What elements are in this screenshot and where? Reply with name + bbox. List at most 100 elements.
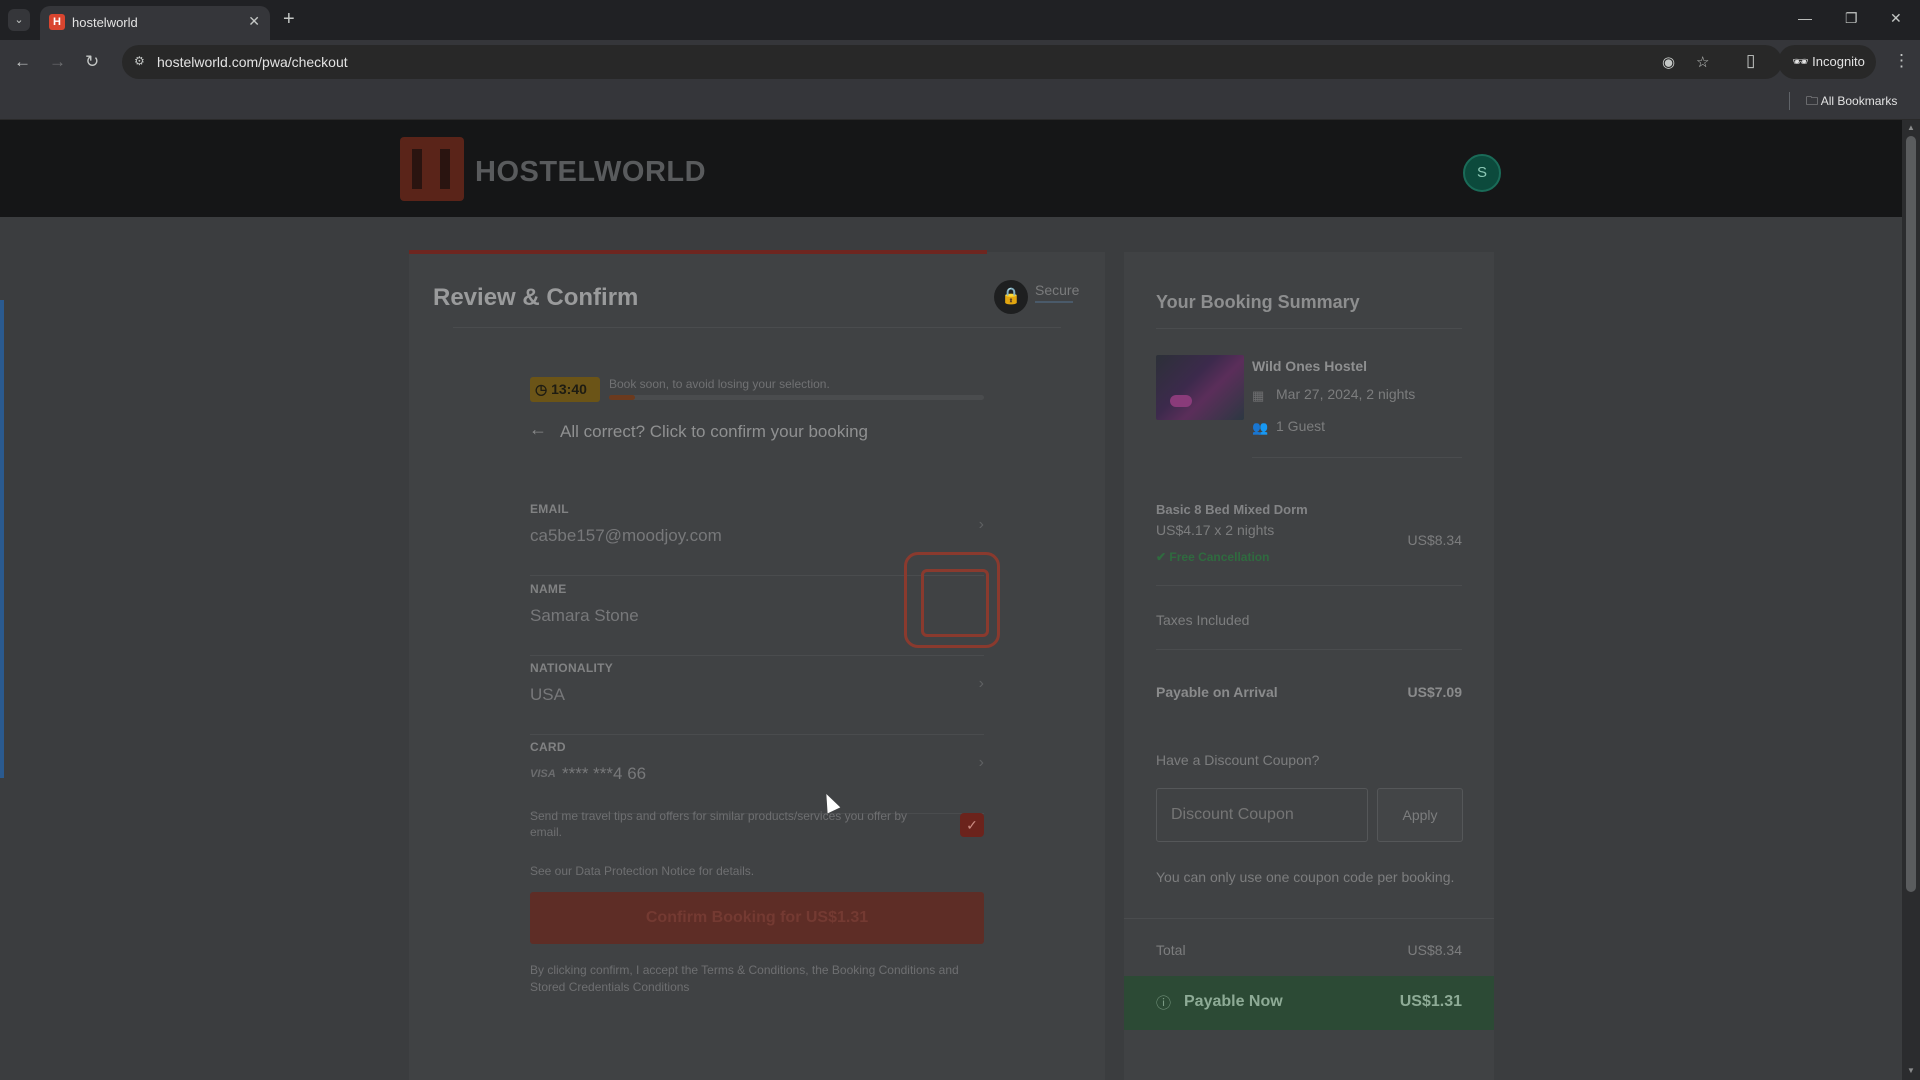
- reload-icon[interactable]: ↻: [85, 52, 99, 72]
- confirm-prompt: All correct? Click to confirm your booki…: [560, 422, 869, 441]
- email-label: EMAIL: [530, 502, 569, 516]
- all-bookmarks-label: All Bookmarks: [1820, 94, 1898, 108]
- user-avatar[interactable]: S: [1463, 154, 1501, 192]
- data-protection-link[interactable]: See our Data Protection Notice for detai…: [530, 864, 754, 878]
- browser-toolbar: ← → ↻ ⚙ hostelworld.com/pwa/checkout ◉ ☆…: [0, 40, 1920, 84]
- secure-label: Secure: [1035, 282, 1080, 298]
- tab-title: hostelworld: [72, 15, 138, 30]
- timer-message: Book soon, to avoid losing your selectio…: [609, 377, 830, 391]
- summary-title: Your Booking Summary: [1156, 292, 1360, 312]
- marketing-optin-text: Send me travel tips and offers for simil…: [530, 809, 908, 839]
- payable-on-arrival-label: Payable on Arrival: [1156, 684, 1278, 700]
- free-cancellation: ✔ Free Cancellation: [1156, 550, 1269, 564]
- incognito-icon: 🕶: [1792, 54, 1809, 69]
- name-value: Samara Stone: [530, 606, 639, 625]
- payable-now-bar: ⓘ Payable Now US$1.31: [1124, 976, 1494, 1030]
- side-panel-icon[interactable]: ▯: [1746, 51, 1755, 71]
- bookmark-star-icon[interactable]: ☆: [1696, 53, 1709, 71]
- close-tab-icon[interactable]: ✕: [248, 13, 260, 30]
- review-panel: Review & Confirm 🔒 Secure ◷ 13:40 Book s…: [409, 250, 1105, 1080]
- bookmarks-divider: [1789, 92, 1790, 110]
- divider: [1156, 649, 1462, 650]
- coupon-question: Have a Discount Coupon?: [1156, 752, 1320, 768]
- email-value: ca5be157@moodjoy.com: [530, 526, 722, 545]
- address-bar[interactable]: ⚙ hostelworld.com/pwa/checkout ◉ ☆: [122, 45, 1782, 79]
- divider: [453, 327, 1061, 328]
- card-field[interactable]: CARD VISA **** ***4 66 ›: [530, 740, 984, 814]
- back-arrow-icon[interactable]: ←: [529, 419, 547, 440]
- confirm-booking-button[interactable]: Confirm Booking for US$1.31: [530, 892, 984, 944]
- hostelworld-logo-icon[interactable]: [400, 137, 464, 201]
- name-label: NAME: [530, 582, 567, 596]
- nationality-label: NATIONALITY: [530, 661, 614, 675]
- discount-coupon-input[interactable]: [1156, 788, 1368, 842]
- site-info-icon[interactable]: ⚙: [134, 54, 145, 68]
- scroll-down-icon[interactable]: ▼: [1907, 1066, 1915, 1075]
- incognito-label: Incognito: [1812, 54, 1865, 69]
- timer-progress-fill: [609, 395, 636, 400]
- close-window-icon[interactable]: ✕: [1890, 10, 1902, 27]
- nationality-field[interactable]: NATIONALITY USA ›: [530, 661, 984, 735]
- site-header: HOSTELWORLD S: [0, 120, 1902, 217]
- terms-text: By clicking confirm, I accept the Terms …: [530, 963, 959, 994]
- nationality-value: USA: [530, 685, 565, 704]
- divider: [1156, 328, 1462, 329]
- countdown-timer: ◷ 13:40: [530, 377, 600, 402]
- payable-on-arrival-value: US$7.09: [1407, 684, 1462, 700]
- marketing-optin-checkbox[interactable]: ✓: [960, 813, 984, 837]
- checkout-progress-bar: [409, 250, 987, 254]
- guests-icon: 👥: [1252, 420, 1269, 435]
- incognito-badge[interactable]: 🕶 Incognito: [1778, 45, 1876, 79]
- bookmarks-bar: 🗀 All Bookmarks: [0, 84, 1920, 120]
- folder-icon: 🗀: [1806, 94, 1819, 108]
- new-tab-button[interactable]: +: [283, 8, 295, 31]
- scroll-thumb[interactable]: [1906, 136, 1916, 892]
- page-title: Review & Confirm: [433, 284, 639, 311]
- url-text[interactable]: hostelworld.com/pwa/checkout: [157, 54, 348, 70]
- lock-icon: 🔒: [994, 280, 1028, 314]
- room-price: US$4.17 x 2 nights: [1156, 522, 1275, 538]
- tracking-protection-icon[interactable]: ◉: [1662, 53, 1675, 71]
- back-icon[interactable]: ←: [14, 52, 31, 72]
- timer-value: 13:40: [551, 381, 587, 397]
- room-name: Basic 8 Bed Mixed Dorm: [1156, 502, 1308, 517]
- browser-tab-bar: ⌄ H hostelworld ✕ + — ❐ ✕: [0, 0, 1920, 40]
- divider: [1252, 457, 1462, 458]
- card-label: CARD: [530, 740, 566, 754]
- help-circle-icon[interactable]: ⓘ: [1156, 992, 1171, 1013]
- chevron-right-icon[interactable]: ›: [979, 675, 984, 693]
- room-total: US$8.34: [1407, 532, 1462, 548]
- divider: [1124, 918, 1494, 919]
- guest-count: 1 Guest: [1276, 418, 1326, 434]
- hostel-name: Wild Ones Hostel: [1252, 358, 1368, 374]
- free-cancellation-label: Free Cancellation: [1169, 550, 1270, 564]
- scroll-up-icon[interactable]: ▲: [1907, 123, 1915, 132]
- apply-coupon-button[interactable]: Apply: [1377, 788, 1463, 842]
- forward-icon[interactable]: →: [49, 52, 66, 72]
- total-label: Total: [1156, 942, 1186, 958]
- focus-accent-bar: [0, 300, 4, 778]
- logo-text[interactable]: HOSTELWORLD: [475, 156, 706, 189]
- hostel-thumbnail: [1156, 355, 1244, 420]
- coupon-note: You can only use one coupon code per boo…: [1156, 869, 1455, 885]
- secure-underline: [1035, 299, 1073, 303]
- checkout-page: HOSTELWORLD S Review & Confirm 🔒 Secure …: [0, 120, 1902, 1080]
- chevron-right-icon[interactable]: ›: [979, 754, 984, 772]
- card-value: **** ***4 66: [562, 764, 647, 783]
- hostelworld-loading-logo-icon: [904, 552, 1000, 648]
- payable-now-value: US$1.31: [1399, 993, 1462, 1010]
- minimize-icon[interactable]: —: [1798, 10, 1812, 26]
- chevron-right-icon[interactable]: ›: [979, 516, 984, 534]
- browser-tab[interactable]: H hostelworld ✕: [40, 6, 270, 40]
- page-scrollbar[interactable]: ▲ ▼: [1902, 120, 1920, 1080]
- visa-icon: VISA: [530, 768, 556, 780]
- divider: [1156, 585, 1462, 586]
- tab-search-button[interactable]: ⌄: [8, 9, 30, 31]
- clock-icon: ◷: [535, 381, 548, 397]
- checkmark-icon: ✔: [1156, 550, 1167, 564]
- all-bookmarks-button[interactable]: 🗀 All Bookmarks: [1806, 92, 1897, 113]
- browser-menu-icon[interactable]: ⋮: [1893, 51, 1910, 71]
- timer-progress-track: [609, 395, 984, 400]
- total-value: US$8.34: [1407, 942, 1462, 958]
- restore-icon[interactable]: ❐: [1845, 10, 1858, 27]
